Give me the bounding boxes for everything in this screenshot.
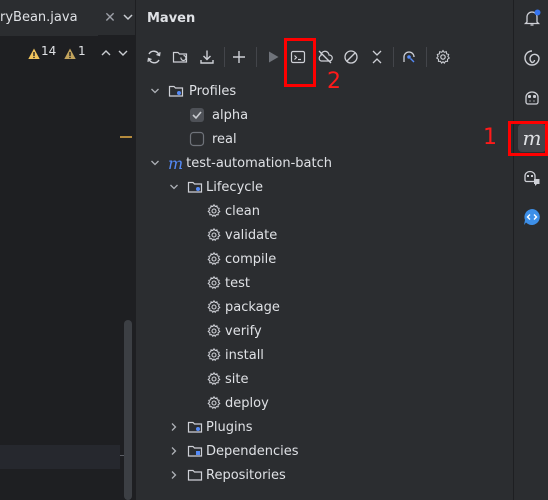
goal-label: package	[225, 299, 280, 315]
goal-label: install	[225, 347, 264, 363]
tree-node-label: Plugins	[206, 419, 253, 435]
download-icon[interactable]	[196, 46, 218, 68]
weak-warning-icon[interactable]	[64, 45, 76, 59]
goal-verify[interactable]: verify	[206, 319, 262, 343]
annotation-number-1: 1	[483, 125, 497, 150]
goal-deploy[interactable]: deploy	[206, 391, 269, 415]
goal-validate[interactable]: validate	[206, 223, 277, 247]
goal-gear-icon	[207, 275, 221, 290]
tab-close-icon[interactable]: ✕	[101, 9, 119, 27]
goal-label: verify	[225, 323, 262, 339]
editor-area	[0, 0, 135, 500]
editor-tab[interactable]: ryBean.java	[0, 0, 98, 36]
goal-gear-icon	[207, 251, 221, 266]
highlight-box-maven-tab	[508, 121, 548, 156]
profiles-folder-icon	[168, 85, 184, 97]
copilot-icon[interactable]	[520, 86, 544, 110]
tree-node-dependencies[interactable]: Dependencies	[169, 439, 299, 463]
lifecycle-folder-icon	[187, 181, 203, 193]
checkbox-unchecked-icon[interactable]	[189, 131, 205, 147]
collapse-all-icon[interactable]	[366, 46, 388, 68]
settings-icon[interactable]	[432, 46, 454, 68]
profile-item-real[interactable]: real	[189, 127, 237, 151]
offline-icon[interactable]	[314, 46, 336, 68]
chevron-down-icon[interactable]	[150, 158, 160, 168]
goal-gear-icon	[207, 323, 221, 338]
repositories-folder-icon	[187, 469, 203, 481]
toolbar-separator	[393, 47, 394, 67]
chevron-down-icon[interactable]	[117, 44, 129, 56]
code-review-icon[interactable]	[520, 205, 544, 229]
current-line-highlight	[0, 445, 120, 469]
tree-node-profiles[interactable]: Profiles	[150, 79, 236, 103]
weak-warnings-count[interactable]: 1	[78, 42, 86, 60]
editor-scrollbar[interactable]	[124, 320, 132, 500]
warnings-count[interactable]: 14	[41, 42, 56, 60]
goal-install[interactable]: install	[206, 343, 264, 367]
maven-panel-title: Maven	[147, 11, 196, 26]
profile-item-alpha[interactable]: alpha	[189, 103, 248, 127]
goal-gear-icon	[207, 347, 221, 362]
toolbar-separator	[256, 47, 257, 67]
toolbar-separator	[224, 47, 225, 67]
profile-label: alpha	[212, 107, 249, 123]
gutter-change-marker	[120, 136, 132, 138]
tree-node-repositories[interactable]: Repositories	[169, 463, 286, 487]
notifications-icon[interactable]	[520, 6, 544, 30]
maven-project-icon: m	[168, 153, 184, 173]
toolbar-separator	[426, 47, 427, 67]
goal-gear-icon	[207, 371, 221, 386]
tree-node-lifecycle[interactable]: Lifecycle	[169, 175, 263, 199]
tree-node-label: Dependencies	[206, 443, 299, 459]
annotation-number-2: 2	[327, 69, 341, 94]
tree-node-label: Repositories	[206, 467, 286, 483]
generate-sources-icon[interactable]	[169, 46, 191, 68]
reload-icon[interactable]	[143, 46, 165, 68]
goal-label: site	[225, 371, 249, 387]
run-icon[interactable]	[262, 46, 284, 68]
copilot-chat-icon[interactable]	[520, 166, 544, 190]
goal-label: compile	[225, 251, 277, 267]
skip-tests-icon[interactable]	[340, 46, 362, 68]
goal-label: clean	[225, 203, 260, 219]
tree-node-plugins[interactable]: Plugins	[169, 415, 253, 439]
chevron-up-icon[interactable]	[100, 44, 112, 56]
goal-test[interactable]: test	[206, 271, 250, 295]
goal-gear-icon	[207, 299, 221, 314]
goal-label: test	[225, 275, 250, 291]
goal-label: deploy	[225, 395, 269, 411]
right-tool-strip	[513, 0, 548, 500]
warning-icon[interactable]	[28, 45, 40, 59]
add-icon[interactable]	[228, 46, 250, 68]
tree-node-project[interactable]: m test-automation-batch	[150, 151, 332, 175]
goal-gear-icon	[207, 203, 221, 218]
tree-node-label: Lifecycle	[206, 179, 264, 195]
chevron-right-icon[interactable]	[169, 446, 179, 456]
dependencies-folder-icon	[187, 445, 203, 457]
goal-gear-icon	[207, 227, 221, 242]
tabs-dropdown-icon[interactable]	[120, 8, 136, 26]
chevron-down-icon[interactable]	[150, 86, 160, 96]
goal-gear-icon	[207, 395, 221, 410]
goal-package[interactable]: package	[206, 295, 280, 319]
chevron-right-icon[interactable]	[169, 422, 179, 432]
checkbox-checked-icon[interactable]	[189, 107, 205, 123]
goal-site[interactable]: site	[206, 367, 248, 391]
chevron-down-icon[interactable]	[169, 182, 179, 192]
ai-assistant-icon[interactable]	[520, 46, 544, 70]
goal-compile[interactable]: compile	[206, 247, 276, 271]
chevron-right-icon[interactable]	[169, 470, 179, 480]
tree-node-label: Profiles	[189, 83, 237, 99]
analyze-icon[interactable]	[398, 46, 420, 68]
highlight-box-execute-goal	[284, 38, 316, 87]
goal-label: validate	[225, 227, 278, 243]
tree-node-label: test-automation-batch	[186, 155, 333, 171]
plugins-folder-icon	[187, 421, 203, 433]
profile-label: real	[212, 131, 237, 147]
goal-clean[interactable]: clean	[206, 199, 260, 223]
